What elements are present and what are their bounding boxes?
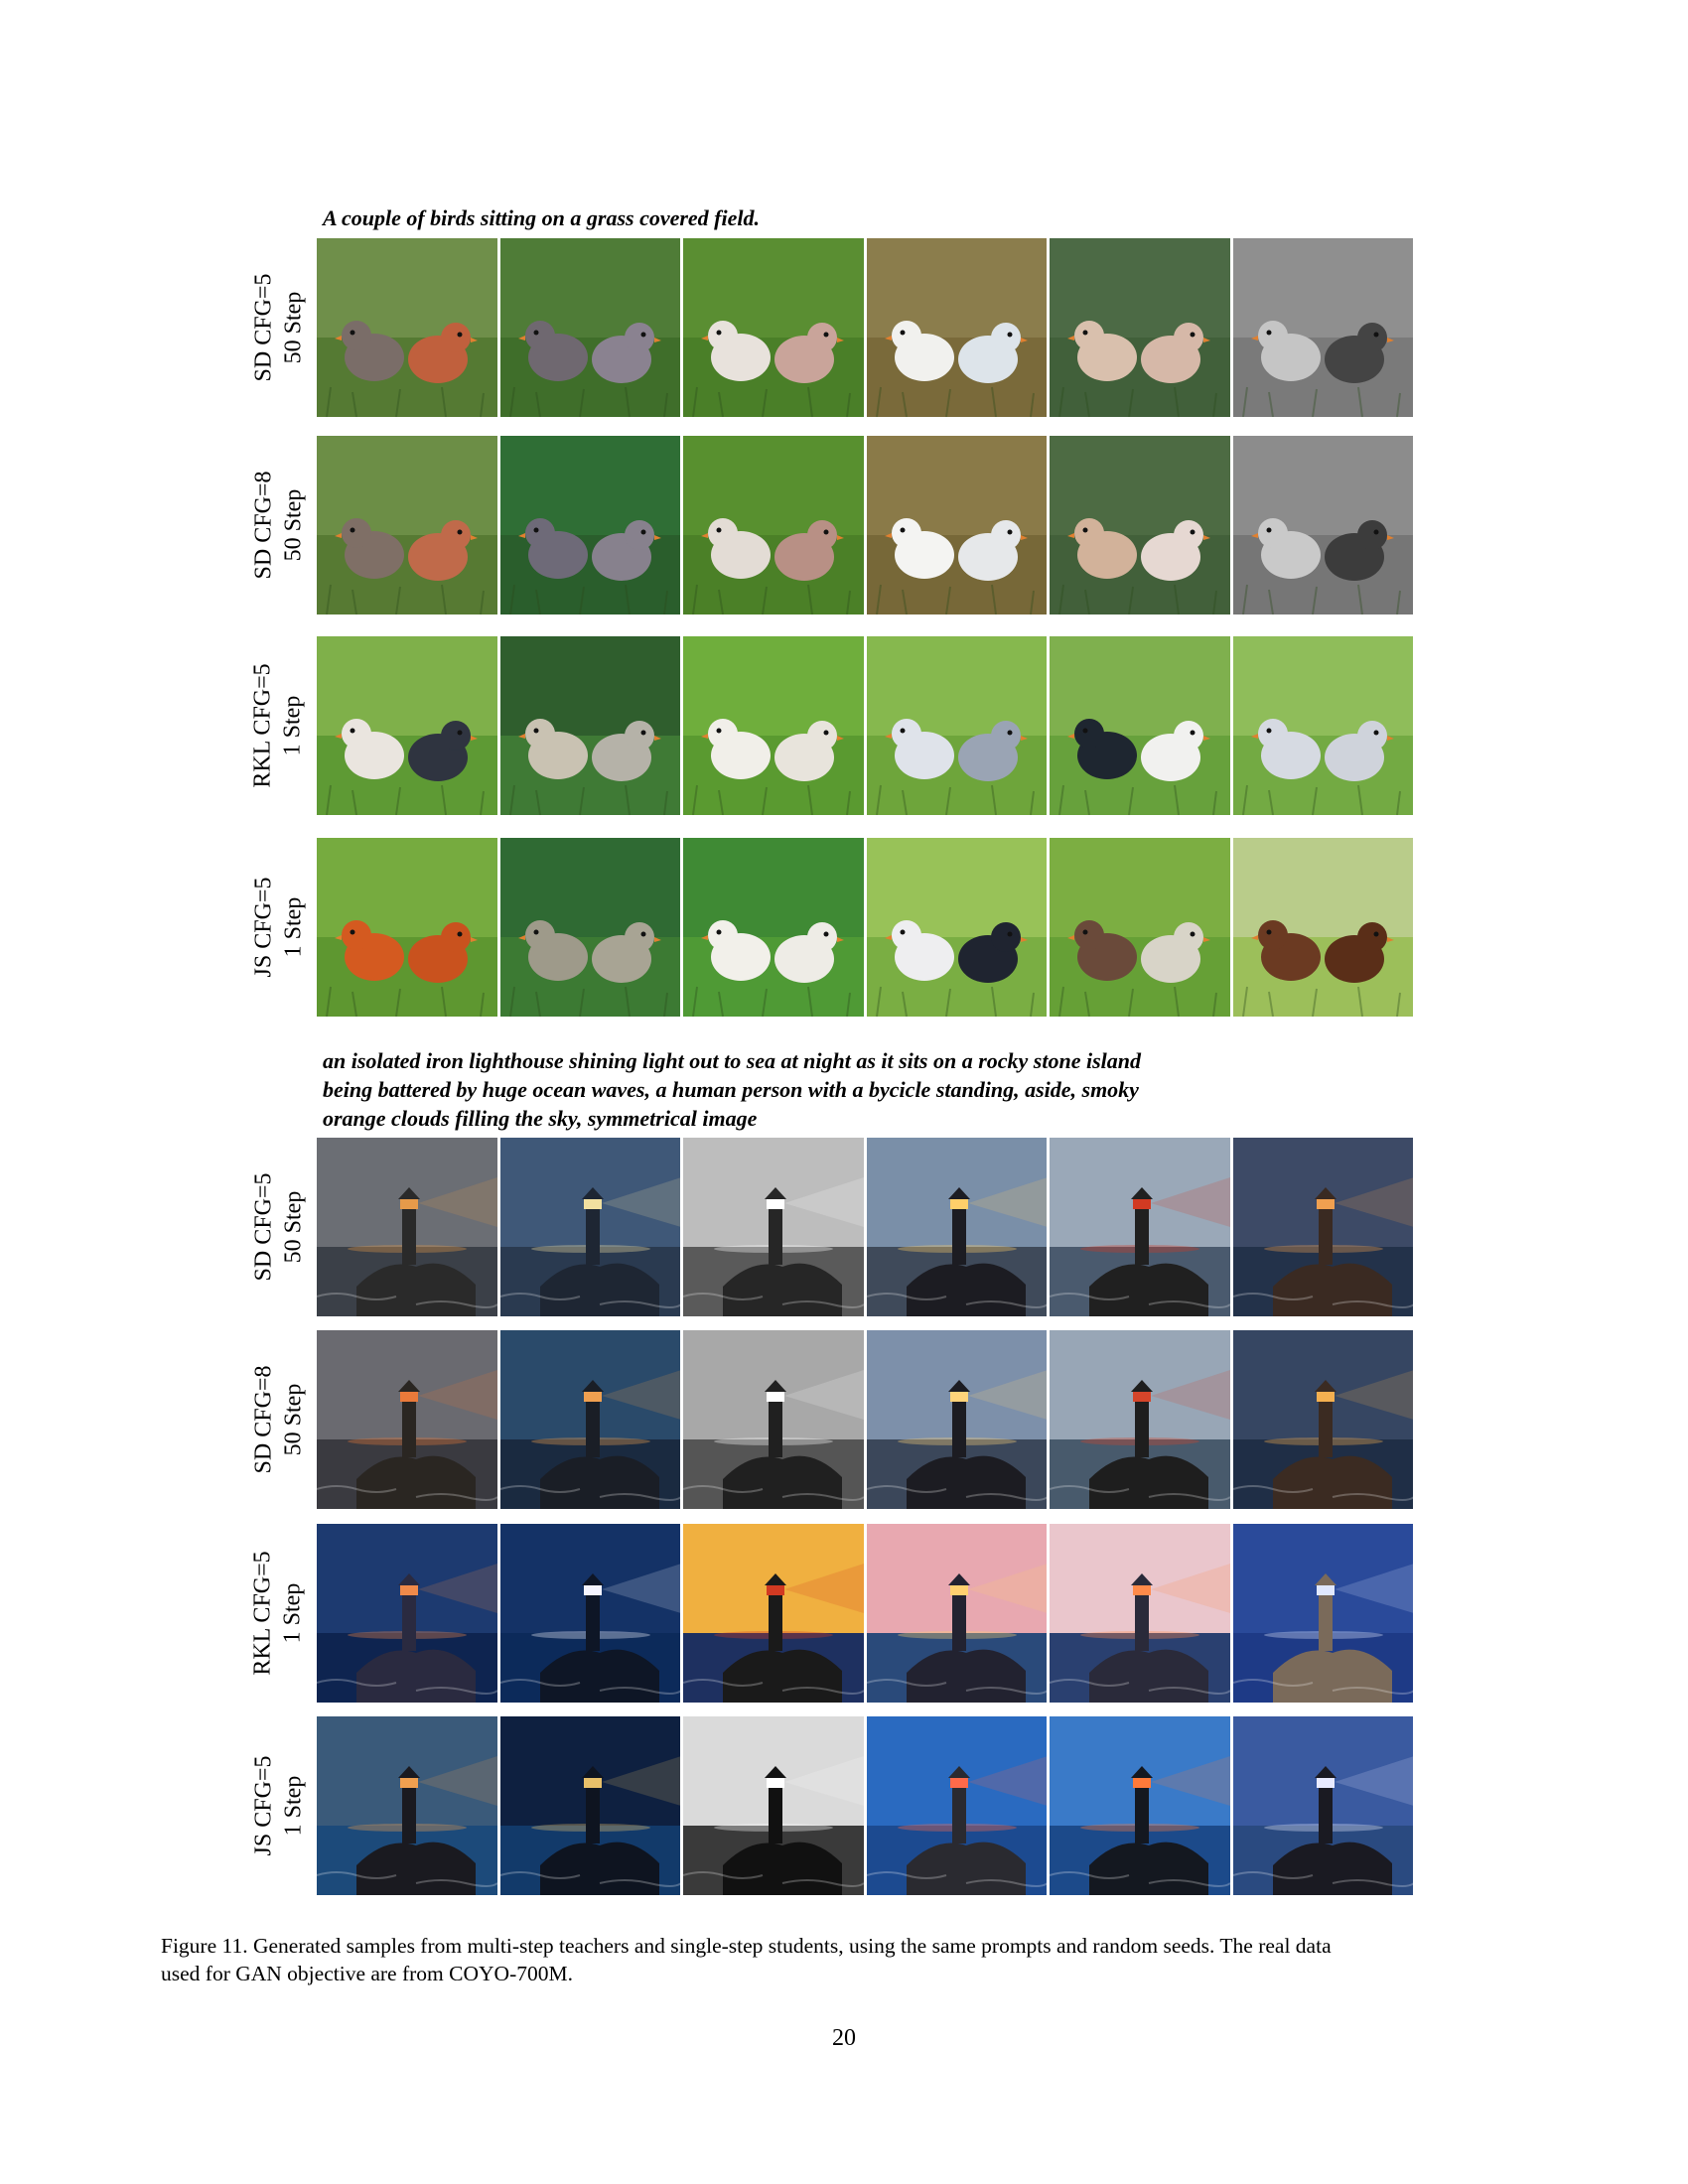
birds-photo-2 xyxy=(499,838,680,1017)
row-label-js-cfg5-1step-birds: JS CFG=5 1 Step xyxy=(238,838,318,1017)
row-label-sd-cfg5-50step-birds: SD CFG=5 50 Step xyxy=(238,238,318,417)
row-label-rkl-cfg5-1step-lighthouse: RKL CFG=5 1 Step xyxy=(238,1524,318,1703)
row-label-sd-cfg8-50step-birds: SD CFG=8 50 Step xyxy=(238,436,318,614)
lighthouse-photo-5 xyxy=(1050,1716,1230,1895)
birds-photo-3 xyxy=(683,436,864,614)
row-label-sd-cfg8-50step-lighthouse: SD CFG=8 50 Step xyxy=(238,1330,318,1509)
row-label-rkl-cfg5-1step-birds: RKL CFG=5 1 Step xyxy=(238,636,318,815)
row-label-line2: 1 Step xyxy=(280,1582,306,1644)
lighthouse-photo-1 xyxy=(317,1330,497,1509)
birds-photo-2 xyxy=(499,436,680,614)
row-label-line2: 1 Step xyxy=(280,1775,307,1837)
lighthouse-photo-3 xyxy=(683,1330,864,1509)
figure-caption: Figure 11. Generated samples from multi-… xyxy=(161,1932,1531,1987)
lighthouse-photo-3 xyxy=(683,1138,864,1316)
row-label-sd-cfg5-50step-lighthouse: SD CFG=5 50 Step xyxy=(238,1138,318,1316)
row-label-line2: 50 Step xyxy=(280,1383,306,1456)
birds-photo-4 xyxy=(866,838,1047,1017)
prompt-lighthouse-line1: an isolated iron lighthouse shining ligh… xyxy=(323,1048,1141,1073)
lighthouse-photo-4 xyxy=(866,1138,1047,1316)
row-label-line2: 1 Step xyxy=(280,695,306,756)
row-label-js-cfg5-1step-lighthouse: JS CFG=5 1 Step xyxy=(238,1716,318,1895)
birds-photo-6 xyxy=(1232,238,1413,417)
image-row-sd-cfg5-birds xyxy=(317,238,1413,417)
birds-photo-5 xyxy=(1050,838,1230,1017)
image-row-sd-cfg5-lighthouse xyxy=(317,1138,1413,1316)
lighthouse-photo-3 xyxy=(683,1716,864,1895)
lighthouse-photo-2 xyxy=(499,1330,680,1509)
birds-photo-3 xyxy=(683,838,864,1017)
birds-photo-4 xyxy=(866,636,1047,815)
lighthouse-photo-4 xyxy=(866,1524,1047,1703)
lighthouse-photo-6 xyxy=(1232,1138,1413,1316)
lighthouse-photo-5 xyxy=(1050,1524,1230,1703)
birds-photo-1 xyxy=(317,436,497,614)
image-row-sd-cfg8-birds xyxy=(317,436,1413,614)
lighthouse-photo-2 xyxy=(499,1524,680,1703)
lighthouse-photo-1 xyxy=(317,1138,497,1316)
row-label-line1: SD CFG=8 xyxy=(250,1365,276,1474)
page-number: 20 xyxy=(832,2025,856,2051)
lighthouse-photo-5 xyxy=(1050,1330,1230,1509)
row-label-line2: 50 Step xyxy=(280,488,306,562)
birds-photo-3 xyxy=(683,238,864,417)
prompt-lighthouse-line2: being battered by huge ocean waves, a hu… xyxy=(323,1077,1139,1102)
image-row-sd-cfg8-lighthouse xyxy=(317,1330,1413,1509)
image-row-js-cfg5-birds xyxy=(317,838,1413,1017)
row-label-line1: JS CFG=5 xyxy=(250,877,277,978)
image-row-rkl-cfg5-birds xyxy=(317,636,1413,815)
lighthouse-photo-3 xyxy=(683,1524,864,1703)
birds-photo-1 xyxy=(317,636,497,815)
prompt-lighthouse: an isolated iron lighthouse shining ligh… xyxy=(323,1046,1216,1133)
lighthouse-photo-5 xyxy=(1050,1138,1230,1316)
birds-photo-6 xyxy=(1232,436,1413,614)
birds-photo-4 xyxy=(866,436,1047,614)
image-row-rkl-cfg5-lighthouse xyxy=(317,1524,1413,1703)
prompt-lighthouse-line3: orange clouds filling the sky, symmetric… xyxy=(323,1106,758,1131)
figure-caption-line1: Figure 11. Generated samples from multi-… xyxy=(161,1934,1332,1958)
lighthouse-photo-2 xyxy=(499,1138,680,1316)
row-label-line1: JS CFG=5 xyxy=(250,1755,277,1856)
birds-photo-4 xyxy=(866,238,1047,417)
prompt-birds: A couple of birds sitting on a grass cov… xyxy=(323,204,1216,232)
lighthouse-photo-2 xyxy=(499,1716,680,1895)
lighthouse-photo-6 xyxy=(1232,1524,1413,1703)
birds-photo-5 xyxy=(1050,238,1230,417)
birds-photo-5 xyxy=(1050,436,1230,614)
lighthouse-photo-1 xyxy=(317,1716,497,1895)
row-label-line1: RKL CFG=5 xyxy=(250,663,276,788)
birds-photo-6 xyxy=(1232,636,1413,815)
birds-photo-6 xyxy=(1232,838,1413,1017)
lighthouse-photo-4 xyxy=(866,1716,1047,1895)
figure-caption-line2: used for GAN objective are from COYO-700… xyxy=(161,1962,573,1985)
birds-photo-5 xyxy=(1050,636,1230,815)
image-row-js-cfg5-lighthouse xyxy=(317,1716,1413,1895)
birds-photo-1 xyxy=(317,238,497,417)
birds-photo-2 xyxy=(499,238,680,417)
row-label-line2: 50 Step xyxy=(280,291,306,364)
lighthouse-photo-4 xyxy=(866,1330,1047,1509)
birds-photo-2 xyxy=(499,636,680,815)
birds-photo-1 xyxy=(317,838,497,1017)
lighthouse-photo-1 xyxy=(317,1524,497,1703)
prompt-birds-text: A couple of birds sitting on a grass cov… xyxy=(323,205,760,230)
row-label-line1: RKL CFG=5 xyxy=(250,1551,276,1676)
row-label-line1: SD CFG=5 xyxy=(250,1172,276,1282)
lighthouse-photo-6 xyxy=(1232,1330,1413,1509)
row-label-line2: 1 Step xyxy=(280,896,307,958)
row-label-line1: SD CFG=8 xyxy=(250,471,276,580)
lighthouse-photo-6 xyxy=(1232,1716,1413,1895)
row-label-line1: SD CFG=5 xyxy=(250,273,276,382)
birds-photo-3 xyxy=(683,636,864,815)
row-label-line2: 50 Step xyxy=(280,1190,306,1264)
